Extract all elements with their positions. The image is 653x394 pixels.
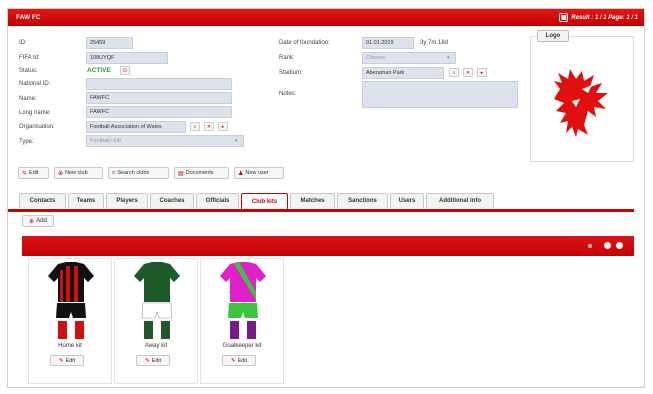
organisation-label: Organisation: <box>19 124 55 130</box>
notes-field[interactable] <box>362 81 518 108</box>
collapse-icon[interactable] <box>616 242 623 249</box>
name-field[interactable]: FAWFC <box>86 92 232 104</box>
national-id-field[interactable] <box>86 78 232 90</box>
status-badge: ACTIVE <box>87 67 111 74</box>
foundation-date-field[interactable]: 01.01.2019 <box>362 37 414 49</box>
edit-button-label: Edit <box>29 170 39 176</box>
kit-card-away: Away kit ✎ Edit <box>114 258 198 384</box>
settings-icon[interactable] <box>604 242 611 249</box>
clear-icon[interactable]: ✕ <box>204 122 214 131</box>
kit-name: Goalkeeper kit <box>222 343 262 349</box>
pencil-icon: ✎ <box>22 170 28 177</box>
stadium-label: Stadium: <box>279 70 303 76</box>
welsh-dragon-logo <box>554 69 608 137</box>
logo-panel <box>530 36 634 162</box>
tab-club-kits[interactable]: Club kits <box>241 193 288 209</box>
tab-matches[interactable]: Matches <box>290 193 335 208</box>
long-name-field[interactable]: FAWFC <box>86 106 232 118</box>
tab-coaches[interactable]: Coaches <box>150 193 194 208</box>
pager: ▦ Result : 1 / 1 Page: 1 / 1 <box>559 13 638 22</box>
edit-kit-button[interactable]: ✎ Edit <box>136 355 170 366</box>
open-icon[interactable]: ▸ <box>477 68 487 77</box>
foundation-age: 3y 7m 18d <box>420 40 449 46</box>
tab-contacts[interactable]: Contacts <box>19 193 66 208</box>
status-toggle-icon[interactable]: ⏻ <box>120 66 130 75</box>
document-icon: ▤ <box>178 170 184 177</box>
clear-icon[interactable]: ✕ <box>463 68 473 77</box>
edit-kit-button[interactable]: ✎ Edit <box>222 355 256 366</box>
tab-players[interactable]: Players <box>106 193 148 208</box>
organisation-field[interactable]: Football Association of Wales <box>86 121 186 133</box>
add-kit-button-label: Add <box>36 218 47 224</box>
stadium-field[interactable]: Aberaman Park <box>362 67 444 79</box>
away-kit-image <box>134 262 180 339</box>
kit-name: Home kit <box>58 343 82 349</box>
edit-kit-button-label: Edit <box>65 357 76 364</box>
edit-kit-button[interactable]: ✎ Edit <box>50 355 84 366</box>
type-select[interactable]: Football club ▾ <box>86 135 244 147</box>
rank-label: Rank: <box>279 55 295 61</box>
add-kit-button[interactable]: ⊕ Add <box>22 215 54 227</box>
new-user-button[interactable]: ♟ New user <box>234 167 284 179</box>
tab-additional-info[interactable]: Additional info <box>426 193 494 208</box>
status-label: Status: <box>19 68 38 74</box>
kit-card-goalkeeper: Goalkeeper kit ✎ Edit <box>200 258 284 384</box>
notes-label: Notes: <box>279 91 297 97</box>
goalkeeper-kit-image <box>220 262 266 339</box>
documents-button[interactable]: ▤ Documents <box>174 167 229 179</box>
refresh-icon[interactable] <box>588 244 592 248</box>
tab-teams[interactable]: Teams <box>68 193 104 208</box>
search-icon[interactable]: ⌕ <box>449 68 459 77</box>
grid-icon[interactable]: ▦ <box>559 13 569 22</box>
pencil-icon: ✎ <box>58 357 64 364</box>
kit-card-home: Home kit ✎ Edit <box>28 258 112 384</box>
home-kit-image <box>48 262 94 339</box>
pager-text: Result : 1 / 1 Page: 1 / 1 <box>571 14 638 21</box>
open-icon[interactable]: ▸ <box>218 122 228 131</box>
user-icon: ♟ <box>238 170 244 177</box>
edit-button[interactable]: ✎ Edit <box>18 167 49 179</box>
long-name-label: Long name: <box>19 110 51 116</box>
type-label: Type: <box>19 139 34 145</box>
search-icon[interactable]: ⌕ <box>190 122 200 131</box>
kits-panel-header <box>22 236 634 256</box>
new-user-button-label: New user <box>245 170 269 176</box>
fifa-id-label: FIFA Id: <box>19 55 40 61</box>
id-label: ID: <box>19 40 27 46</box>
tab-sanctions[interactable]: Sanctions <box>337 193 388 208</box>
search-clubs-button-label: Search clubs <box>117 170 150 176</box>
documents-button-label: Documents <box>185 170 214 176</box>
tab-officials[interactable]: Officials <box>196 193 239 208</box>
add-icon: ⊕ <box>58 170 64 177</box>
type-select-value: Football club <box>90 138 122 144</box>
pencil-icon: ✎ <box>230 357 236 364</box>
new-club-button[interactable]: ⊕ New club <box>54 167 103 179</box>
edit-kit-button-label: Edit <box>151 357 162 364</box>
fifa-id-field[interactable]: 108UYQF <box>86 52 168 64</box>
id-field[interactable]: 25459 <box>86 37 133 49</box>
edit-kit-button-label: Edit <box>237 357 248 364</box>
add-icon: ⊕ <box>29 218 35 225</box>
rank-select-value: Choose <box>366 55 385 61</box>
rank-select[interactable]: Choose ▾ <box>362 52 456 64</box>
page-title: FAW FC <box>16 14 41 21</box>
new-club-button-label: New club <box>65 170 88 176</box>
foundation-label: Date of foundation: <box>279 40 330 46</box>
chevron-down-icon: ▾ <box>235 138 238 144</box>
chevron-down-icon: ▾ <box>447 55 450 61</box>
kit-name: Away kit <box>144 343 168 349</box>
pencil-icon: ✎ <box>144 357 150 364</box>
national-id-label: National ID: <box>19 81 51 87</box>
search-icon: ⌕ <box>112 169 116 176</box>
tab-users[interactable]: Users <box>390 193 424 208</box>
search-clubs-button[interactable]: ⌕ Search clubs <box>108 167 169 179</box>
title-bar: FAW FC ▦ Result : 1 / 1 Page: 1 / 1 <box>8 9 644 26</box>
name-label: Name: <box>19 96 37 102</box>
logo-button[interactable]: Logo <box>537 30 569 42</box>
